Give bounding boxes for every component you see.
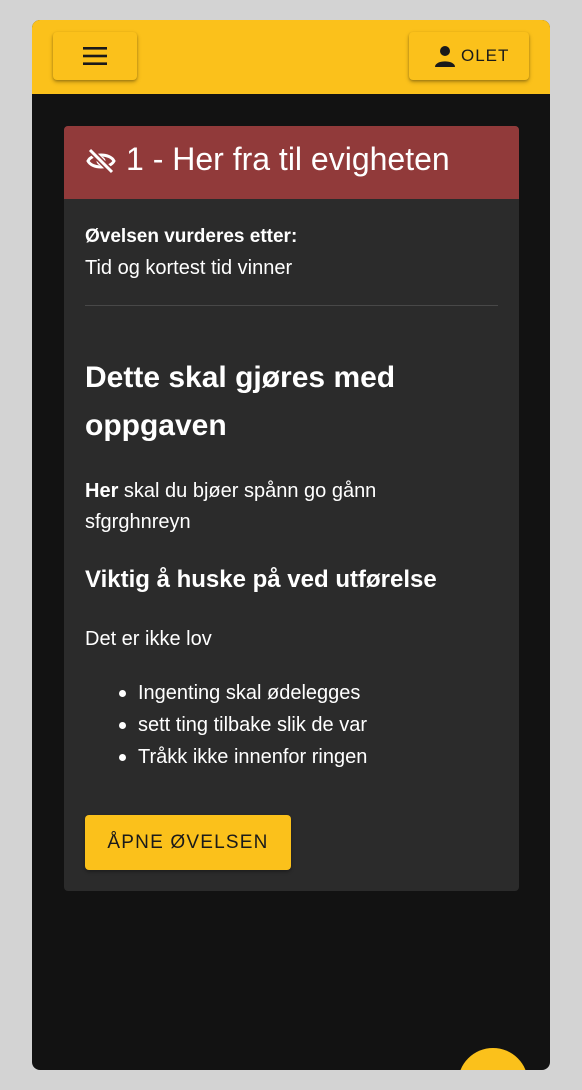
menu-button[interactable]: [53, 32, 137, 80]
description-bold: Her: [85, 480, 119, 502]
evaluation-value: Tid og kortest tid vinner: [85, 257, 293, 279]
card-header: 1 - Her fra til evigheten: [64, 126, 519, 199]
task-description: Her skal du bjøer spånn go gånn sfgrghnr…: [85, 476, 455, 538]
list-item: sett ting tilbake slik de var: [118, 709, 367, 741]
rules-intro: Det er ikke lov: [85, 628, 212, 650]
section-title: Dette skal gjøres med oppgaven: [85, 361, 396, 442]
user-button[interactable]: OLET: [409, 32, 529, 80]
important-title: Viktig å huske på ved utførelse: [85, 566, 437, 593]
app-screen: OLET 1 - Her fra til evigheten Øvelsen v…: [32, 20, 550, 1070]
person-icon: [435, 46, 455, 67]
description-text: skal du bjøer spånn go gånn sfgrghnreyn: [85, 480, 377, 533]
fab-button[interactable]: [458, 1048, 528, 1070]
evaluation-label: Øvelsen vurderes etter:: [85, 226, 298, 247]
divider: [85, 305, 498, 306]
user-name-label: OLET: [461, 46, 510, 65]
list-item: Tråkk ikke innenfor ringen: [118, 741, 367, 773]
list-item: Ingenting skal ødelegges: [118, 677, 367, 709]
exercise-card: 1 - Her fra til evigheten Øvelsen vurder…: [64, 126, 519, 891]
open-exercise-button[interactable]: ÅPNE ØVELSEN: [85, 815, 291, 870]
card-title: 1 - Her fra til evigheten: [126, 141, 450, 177]
top-app-bar: OLET: [32, 20, 550, 94]
rules-list: Ingenting skal ødelegges sett ting tilba…: [118, 677, 367, 773]
menu-icon: [83, 47, 107, 65]
eye-off-icon: [86, 148, 116, 174]
